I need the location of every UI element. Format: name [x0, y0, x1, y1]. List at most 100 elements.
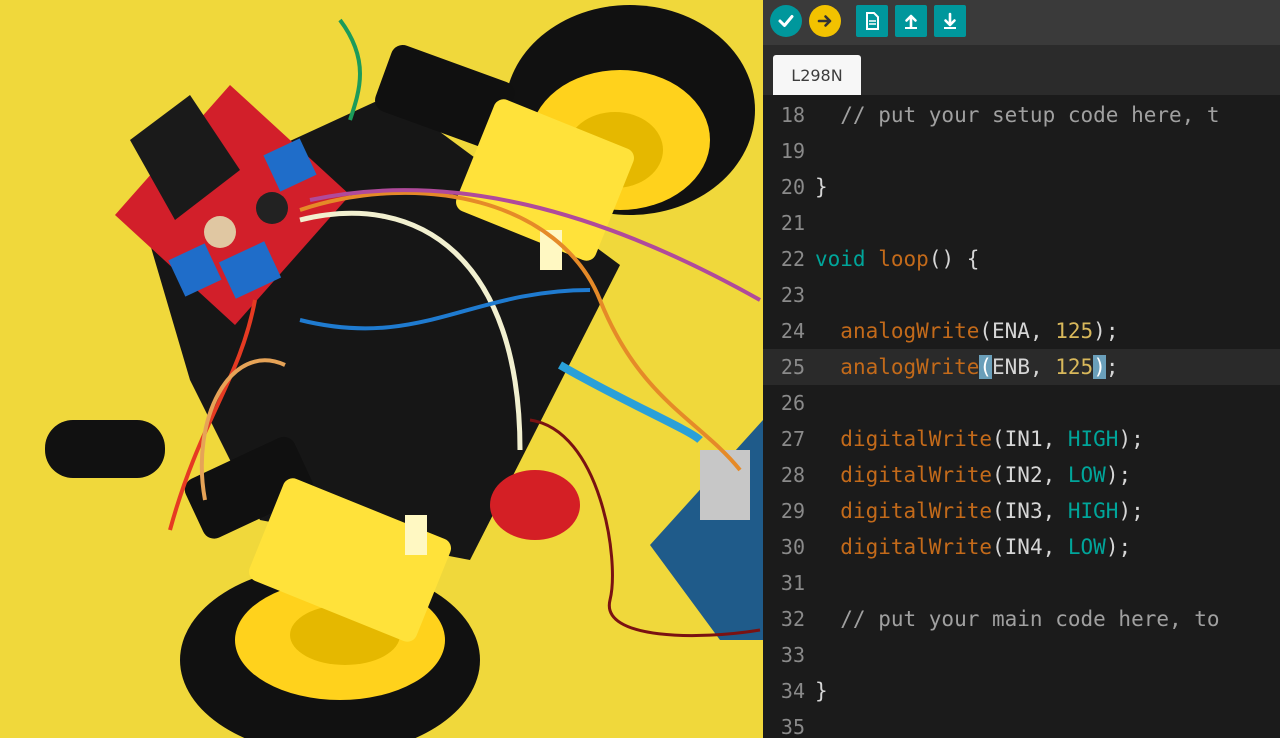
code-text: digitalWrite(IN4, LOW);	[815, 529, 1131, 565]
line-number: 35	[780, 715, 805, 738]
code-token: HIGH	[1067, 427, 1119, 451]
line-number: 27	[780, 427, 805, 451]
tab-label: L298N	[791, 65, 843, 85]
code-token: (ENA,	[979, 319, 1056, 343]
code-token: );	[1093, 319, 1119, 343]
code-line[interactable]: 21	[763, 205, 1280, 241]
code-token: );	[1118, 499, 1144, 523]
code-line[interactable]: 28 digitalWrite(IN2, LOW);	[763, 457, 1280, 493]
code-token: loop	[878, 247, 929, 271]
code-token: }	[815, 175, 828, 199]
code-line[interactable]: 20}	[763, 169, 1280, 205]
code-text: // put your setup code here, t	[815, 97, 1220, 133]
code-token: (IN1,	[992, 427, 1068, 451]
code-line[interactable]: 33	[763, 637, 1280, 673]
code-line[interactable]: 34}	[763, 673, 1280, 709]
toolbar	[763, 0, 1280, 45]
code-token: // put your setup code here, t	[815, 103, 1220, 127]
line-number: 31	[780, 571, 805, 595]
code-token: );	[1105, 463, 1132, 487]
code-token: analogWrite	[840, 355, 980, 379]
code-token: analogWrite	[840, 319, 980, 343]
code-line[interactable]: 29 digitalWrite(IN3, HIGH);	[763, 493, 1280, 529]
code-line[interactable]: 25 analogWrite(ENB, 125);	[763, 349, 1280, 385]
code-line[interactable]: 31	[763, 565, 1280, 601]
upload-button[interactable]	[809, 5, 841, 37]
line-number: 24	[780, 319, 805, 343]
arrow-down-icon	[944, 12, 956, 29]
line-number: 33	[780, 643, 805, 667]
line-number: 19	[780, 139, 805, 163]
line-number: 30	[780, 535, 805, 559]
code-token: (IN3,	[992, 499, 1068, 523]
code-token: void	[815, 247, 866, 271]
robot-car-photo	[0, 0, 763, 738]
tab-l298n[interactable]: L298N	[773, 55, 861, 95]
code-text: digitalWrite(IN3, HIGH);	[815, 493, 1144, 529]
code-token: () {	[928, 247, 980, 271]
line-number: 28	[780, 463, 805, 487]
code-token: LOW	[1067, 463, 1106, 487]
code-text: // put your main code here, to	[815, 601, 1220, 637]
line-number: 34	[780, 679, 805, 703]
code-token: LOW	[1067, 535, 1106, 559]
code-editor[interactable]: 18 // put your setup code here, t 19 20} 21…	[763, 95, 1280, 738]
line-number: 18	[780, 103, 805, 127]
line-number: 21	[780, 211, 805, 235]
bracket-highlight: )	[1093, 355, 1106, 379]
code-token: HIGH	[1067, 499, 1119, 523]
code-token: (IN4,	[992, 535, 1068, 559]
code-token: ;	[1105, 355, 1119, 379]
new-file-icon	[866, 12, 879, 30]
new-sketch-button[interactable]	[856, 5, 888, 37]
arduino-ide: L298N 18 // put your setup code here, t1…	[763, 0, 1280, 738]
open-sketch-button[interactable]	[895, 5, 927, 37]
line-number: 29	[780, 499, 805, 523]
bracket-highlight: (	[979, 355, 993, 379]
code-token: );	[1118, 427, 1144, 451]
code-line[interactable]: 26	[763, 385, 1280, 421]
code-token: 125	[1055, 319, 1094, 343]
code-token: }	[815, 679, 828, 703]
code-token: );	[1105, 535, 1132, 559]
code-token: (IN2,	[992, 463, 1068, 487]
code-line[interactable]: 19	[763, 133, 1280, 169]
line-number: 32	[780, 607, 805, 631]
arrow-up-icon	[905, 14, 917, 29]
code-line[interactable]: 24 analogWrite(ENA, 125);	[763, 313, 1280, 349]
code-token: 125	[1055, 355, 1094, 379]
verify-button[interactable]	[770, 5, 802, 37]
code-text: digitalWrite(IN2, LOW);	[815, 457, 1131, 493]
code-token: digitalWrite	[840, 463, 993, 487]
code-line[interactable]: 18 // put your setup code here, t	[763, 97, 1280, 133]
robot-car-illustration	[0, 0, 763, 738]
line-number: 20	[780, 175, 805, 199]
code-line[interactable]: 30 digitalWrite(IN4, LOW);	[763, 529, 1280, 565]
code-text: }	[815, 673, 828, 709]
code-line[interactable]: 27 digitalWrite(IN1, HIGH);	[763, 421, 1280, 457]
save-sketch-button[interactable]	[934, 5, 966, 37]
code-line[interactable]: 35	[763, 709, 1280, 738]
line-number: 25	[780, 355, 805, 379]
code-line[interactable]: 23	[763, 277, 1280, 313]
code-line[interactable]: 32 // put your main code here, to	[763, 601, 1280, 637]
code-token: digitalWrite	[840, 499, 993, 523]
line-number: 26	[780, 391, 805, 415]
tab-bar: L298N	[763, 45, 1280, 95]
checkmark-icon	[778, 15, 794, 27]
code-text: analogWrite(ENA, 125);	[815, 313, 1118, 349]
code-text: void loop() {	[815, 241, 979, 277]
code-token: // put your main code here, to	[815, 607, 1220, 631]
code-token: digitalWrite	[840, 427, 993, 451]
arrow-right-icon	[817, 15, 832, 27]
code-text: digitalWrite(IN1, HIGH);	[815, 421, 1144, 457]
code-text: analogWrite(ENB, 125);	[815, 349, 1119, 385]
code-line[interactable]: 22 void loop() {	[763, 241, 1280, 277]
